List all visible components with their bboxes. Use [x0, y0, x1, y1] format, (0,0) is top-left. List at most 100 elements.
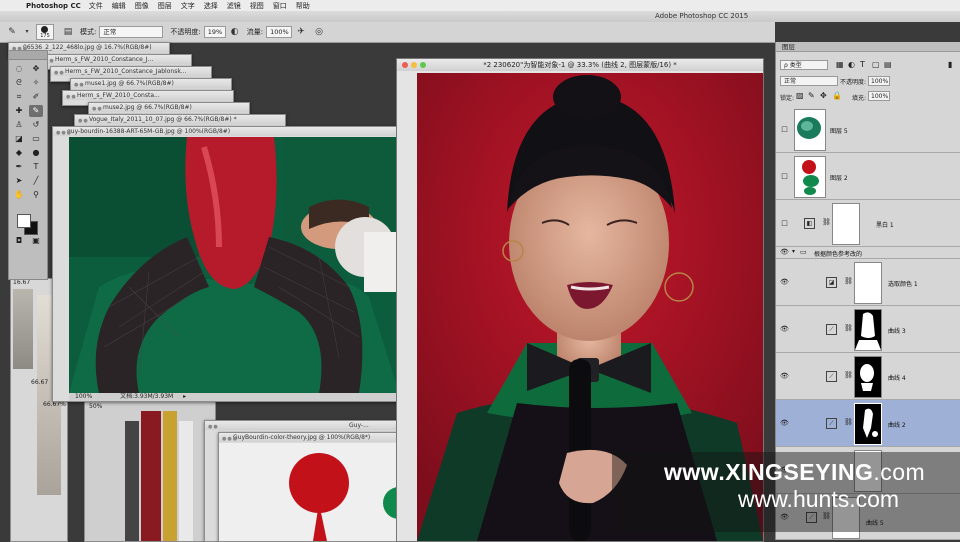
layer-row[interactable]: 👁 ⟋ ⛓ 曲线 3	[776, 306, 960, 353]
layer-row[interactable]: 👁 ⟋ ⛓ 曲线 4	[776, 353, 960, 400]
visibility-icon[interactable]: 👁	[780, 248, 789, 257]
doc-tab-7[interactable]: ●● Vogue_Italy_2011_10_07.jpg @ 66.7%(RGB…	[75, 115, 285, 124]
airbrush-icon[interactable]: ✈	[295, 26, 307, 38]
layer-row-selected[interactable]: 👁 ⟋ ⛓ 曲线 2	[776, 400, 960, 447]
layer-group-row[interactable]: 👁 ▾ ▭ 根据颜色参考改的	[776, 247, 960, 259]
close-window-icon[interactable]	[402, 62, 408, 68]
guy-bourdin-canvas[interactable]	[69, 137, 399, 393]
link-icon[interactable]: ⛓	[844, 418, 853, 426]
layer-row[interactable]: □ 图层 2	[776, 153, 960, 200]
visibility-icon[interactable]: 👁	[780, 325, 789, 334]
layer-mask-thumbnail[interactable]	[854, 403, 882, 445]
marquee-tool-icon[interactable]: ◌	[12, 63, 26, 75]
opacity-pressure-icon[interactable]: ◐	[229, 26, 241, 38]
zoom-tool-icon[interactable]: ⚲	[29, 189, 43, 201]
menu-type[interactable]: 文字	[181, 1, 195, 11]
layer-group-name[interactable]: 根据颜色参考改的	[814, 249, 862, 258]
screen-mode-icon[interactable]: ▣	[29, 235, 43, 247]
layer-name[interactable]: 图层 2	[830, 173, 848, 182]
quick-mask-icon[interactable]: ◘	[12, 235, 26, 247]
layer-name[interactable]: 选取颜色 1	[888, 279, 918, 288]
layer-row[interactable]: □ ◧ ⛓ 黑白 1	[776, 200, 960, 247]
window-controls-icon[interactable]: ●●	[66, 93, 77, 100]
layer-name[interactable]: 图层 5	[830, 126, 848, 135]
group-expand-icon[interactable]: ▾	[792, 248, 795, 255]
menu-view[interactable]: 视图	[250, 1, 264, 11]
layer-mask-thumbnail[interactable]	[854, 309, 882, 351]
filter-adjustment-icon[interactable]: ◐	[848, 60, 855, 69]
brush-preset-picker[interactable]: 175	[36, 24, 54, 40]
visibility-icon[interactable]: 👁	[780, 372, 789, 381]
layer-filter-select[interactable]: ρ 类型	[780, 60, 828, 70]
eyedropper-icon[interactable]: ✐	[29, 91, 43, 103]
menu-window[interactable]: 窗口	[273, 1, 287, 11]
foreground-color-swatch[interactable]	[17, 214, 31, 228]
lasso-tool-icon[interactable]: ᘓ	[12, 77, 26, 89]
mode-select[interactable]: 正常	[99, 26, 164, 38]
path-select-icon[interactable]: ➤	[12, 175, 26, 187]
layer-row[interactable]: 👁 ◪ ⛓ 选取颜色 1	[776, 259, 960, 306]
filter-type-icon[interactable]: T	[860, 60, 865, 69]
doc-tab-color-theory[interactable]: ●●● GuyBourdin-color-theory.jpg @ 100%(RG…	[219, 433, 401, 442]
filter-shape-icon[interactable]: ▢	[872, 60, 880, 69]
layer-name[interactable]: 曲线 4	[888, 373, 906, 382]
visibility-off-icon[interactable]: □	[780, 172, 789, 181]
menu-image[interactable]: 图像	[135, 1, 149, 11]
window-controls-icon[interactable]: ●●	[74, 81, 85, 88]
clone-stamp-icon[interactable]: ♙	[12, 119, 26, 131]
filter-pixel-icon[interactable]: ▦	[836, 60, 844, 69]
window-controls-icon[interactable]: ●●	[78, 117, 89, 124]
doc-window-color-theory[interactable]: ●●● GuyBourdin-color-theory.jpg @ 100%(RG…	[218, 432, 402, 542]
lock-transparent-icon[interactable]: ▨	[796, 91, 804, 100]
doc-tab-4[interactable]: ●● muse1.jpg @ 66.7%(RGB/8#)	[71, 79, 231, 88]
doc-tab-3[interactable]: ●● Herm_s_FW_2010_Constance_Jablonsk...	[51, 67, 211, 76]
doc-tab-5[interactable]: ●● Herm_s_FW_2010_Consta...	[63, 91, 233, 100]
layer-mask-thumbnail[interactable]	[832, 203, 860, 245]
visibility-off-icon[interactable]: □	[780, 219, 789, 228]
layer-fill-input[interactable]: 100%	[868, 91, 890, 101]
zoom-window-icon[interactable]	[420, 62, 426, 68]
layer-name[interactable]: 黑白 1	[876, 220, 894, 229]
window-controls-icon[interactable]: ●●	[208, 423, 219, 430]
gradient-tool-icon[interactable]: ▭	[29, 133, 43, 145]
main-document-title-bar[interactable]: *2 230620"为智能对象-1 @ 33.3% (曲线 2, 图层蒙版/16…	[397, 59, 763, 71]
doc-window-side-strip-2[interactable]: 50%	[84, 400, 216, 542]
tools-panel-header[interactable]	[9, 51, 47, 60]
layer-thumbnail[interactable]	[794, 109, 826, 151]
dodge-tool-icon[interactable]: ●	[29, 147, 43, 159]
zoom-level[interactable]: 100%	[75, 393, 92, 400]
doc-tab-2[interactable]: ●● Herm_s_FW_2010_Constance_J...	[41, 55, 191, 64]
layer-opacity-input[interactable]: 100%	[868, 76, 890, 86]
lock-image-icon[interactable]: ✎	[808, 91, 815, 100]
layer-name[interactable]: 曲线 2	[888, 420, 906, 429]
doc-size[interactable]: 文档:3.93M/3.93M	[120, 393, 173, 400]
visibility-off-icon[interactable]: □	[780, 125, 789, 134]
filter-toggle-icon[interactable]: ▮	[948, 60, 952, 69]
visibility-icon[interactable]: 👁	[780, 278, 789, 287]
window-controls-icon[interactable]: ●●	[92, 105, 103, 112]
link-icon[interactable]: ⛓	[844, 324, 853, 332]
brush-tool-icon[interactable]: ✎	[29, 105, 43, 117]
brush-panel-icon[interactable]: ▤	[62, 26, 74, 38]
window-controls-icon[interactable]: ●●●	[56, 129, 72, 136]
doc-tab-guy-2[interactable]: ●● Guy-...	[205, 421, 401, 430]
magic-wand-icon[interactable]: ✧	[29, 77, 43, 89]
hand-tool-icon[interactable]: ✋	[12, 189, 26, 201]
layer-mask-thumbnail[interactable]	[854, 262, 882, 304]
layers-tab[interactable]: 图层	[782, 43, 795, 51]
minimize-window-icon[interactable]	[411, 62, 417, 68]
opacity-input[interactable]: 19%	[203, 26, 226, 38]
lock-position-icon[interactable]: ✥	[820, 91, 827, 100]
color-theory-canvas[interactable]	[219, 443, 401, 541]
lock-all-icon[interactable]: 🔒	[832, 91, 842, 100]
flow-input[interactable]: 100%	[266, 26, 293, 38]
layer-thumbnail[interactable]	[794, 156, 826, 198]
menu-edit[interactable]: 编辑	[112, 1, 126, 11]
window-controls-icon[interactable]: ●●●	[222, 435, 238, 442]
visibility-icon[interactable]: 👁	[780, 419, 789, 428]
menu-select[interactable]: 选择	[204, 1, 218, 11]
menu-filter[interactable]: 滤镜	[227, 1, 241, 11]
move-tool-icon[interactable]: ✥	[29, 63, 43, 75]
history-brush-icon[interactable]: ↺	[29, 119, 43, 131]
crop-tool-icon[interactable]: ⌗	[12, 91, 26, 103]
